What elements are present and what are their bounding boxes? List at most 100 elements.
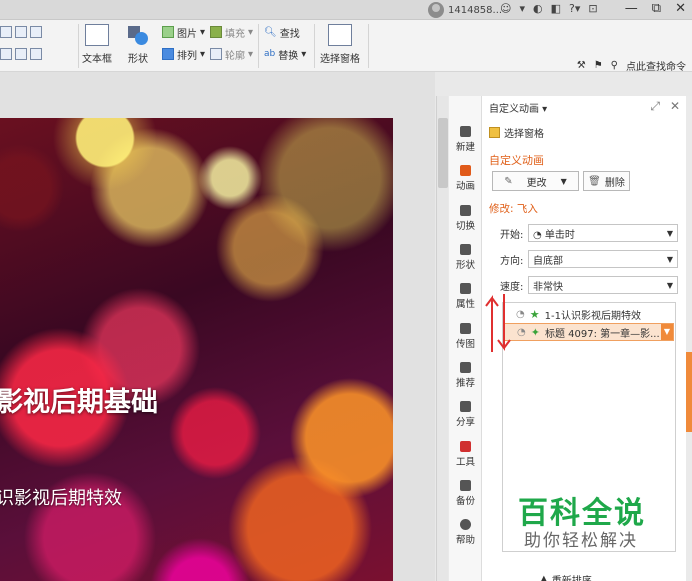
panel-header[interactable]: 自定义动画 ▾: [489, 100, 547, 115]
find-button[interactable]: 🔍︎ 查找: [264, 24, 306, 40]
chevron-down-icon: ▼: [666, 228, 673, 238]
divider: [314, 24, 315, 68]
close-panel-icon[interactable]: ✕: [670, 99, 680, 114]
sidebar-item-recommend[interactable]: 推荐: [449, 362, 482, 389]
tool-icon[interactable]: ⚒: [577, 60, 586, 71]
up-arrow-icon[interactable]: ▲: [540, 574, 548, 581]
sidebar-item-label: 备份: [455, 496, 475, 507]
direction-select[interactable]: 自底部 ▼: [528, 250, 678, 268]
reorder-label: 重新排序: [552, 572, 592, 581]
sidebar-item-label: 传图: [455, 339, 475, 350]
new-icon: [460, 126, 471, 137]
sidebar-item-label: 属性: [455, 299, 475, 310]
anim-item-text: 1-1认识影视后期特效: [544, 310, 641, 322]
sidebar-item-backup[interactable]: 备份: [449, 480, 482, 507]
select-pane-label: 选择窗格: [320, 54, 360, 65]
fill-button[interactable]: 填充 ▾: [210, 24, 253, 40]
select-pane-link[interactable]: 选择窗格: [489, 125, 544, 140]
panel-controls: ⤢ ✕: [650, 99, 680, 114]
slide-subtitle[interactable]: 识影视后期特效: [0, 484, 122, 510]
indent-icon[interactable]: [15, 48, 27, 60]
direction-value: 自底部: [533, 255, 563, 267]
scrollbar-thumb[interactable]: [438, 118, 448, 188]
undock-icon[interactable]: ⤢: [650, 99, 660, 114]
start-value: 单击时: [544, 229, 575, 241]
sidebar-item-tools[interactable]: 工具: [449, 441, 482, 468]
pin-icon[interactable]: ⊡: [588, 2, 597, 15]
list-item[interactable]: ◔ ✦ 标题 4097: 第一章—影... ▼: [504, 323, 674, 341]
sidebar-item-new[interactable]: 新建: [449, 126, 482, 153]
avatar: [428, 2, 444, 18]
arrange-button[interactable]: 排列 ▾: [162, 46, 205, 62]
picture-button[interactable]: 图片 ▾: [162, 24, 205, 40]
outline-button[interactable]: 轮廓 ▾: [210, 46, 253, 62]
user-account[interactable]: 1414858...: [428, 2, 502, 18]
fill-icon: [210, 26, 222, 38]
effect-icon: ✦: [530, 325, 540, 339]
select-pane-button[interactable]: 选择窗格: [320, 24, 360, 65]
sidebar-item-properties[interactable]: 属性: [449, 283, 482, 310]
list-item[interactable]: ◔ ★ 1-1认识影视后期特效: [504, 305, 674, 323]
side-collapse-tab[interactable]: [686, 352, 692, 432]
text-direction-icon[interactable]: [30, 26, 42, 38]
speed-value: 非常快: [533, 281, 563, 293]
speed-field: 速度: 非常快 ▼: [500, 276, 678, 294]
sidebar-item-animation[interactable]: 动画: [449, 165, 482, 192]
sidebar-item-label: 帮助: [455, 535, 475, 546]
start-select[interactable]: ◔ 单击时 ▼: [528, 224, 678, 242]
task-sidebar: 新建 动画 切换 形状 属性 传图 推荐 分享 工具 备份 帮助: [449, 96, 482, 581]
divider: [78, 24, 79, 68]
trash-icon: 🗑︎: [588, 175, 601, 187]
select-pane-text: 选择窗格: [504, 129, 544, 140]
divider: [258, 24, 259, 68]
start-label: 开始:: [500, 229, 524, 241]
picture-icon: [162, 26, 174, 38]
find-label: 查找: [279, 28, 300, 40]
list-icon[interactable]: [0, 26, 12, 38]
close-button[interactable]: ✕: [675, 1, 686, 16]
smile-icon[interactable]: ☺: [500, 2, 511, 15]
mouse-icon: ◔: [516, 308, 525, 320]
slide-title[interactable]: 影视后期基础: [0, 380, 158, 419]
restore-button[interactable]: ⧉: [652, 1, 661, 16]
slide-canvas[interactable]: 影视后期基础 识影视后期特效: [0, 72, 435, 581]
help-icon[interactable]: ?▾: [569, 2, 580, 15]
sidebar-item-help[interactable]: 帮助: [449, 519, 482, 546]
panel-scroll-strip: [686, 96, 692, 581]
vertical-scrollbar[interactable]: [436, 96, 448, 581]
replace-button[interactable]: ab 替换 ▾: [264, 46, 306, 62]
minimize-button[interactable]: —: [625, 1, 638, 16]
delete-button[interactable]: 🗑︎ 删除: [583, 171, 630, 191]
sidebar-item-shape[interactable]: 形状: [449, 244, 482, 271]
chevron-down-icon: ▼: [560, 176, 567, 186]
refresh-icon[interactable]: ◐: [533, 2, 543, 15]
watermark-subtitle: 助你轻松解决: [524, 531, 638, 551]
reorder-control[interactable]: ▲ 重新排序: [540, 572, 592, 581]
sidebar-item-label: 切换: [455, 221, 475, 232]
picture-label: 图片: [177, 28, 197, 40]
spacing-icon[interactable]: [30, 48, 42, 60]
sidebar-item-label: 形状: [455, 260, 475, 271]
chevron-down-icon: ▼: [666, 254, 673, 264]
sidebar-item-upload-image[interactable]: 传图: [449, 323, 482, 350]
replace-label: 替换: [278, 50, 299, 62]
align-icon[interactable]: [0, 48, 12, 60]
shape-button[interactable]: 形状: [126, 24, 150, 65]
arrange-label: 排列: [177, 50, 197, 62]
speed-select[interactable]: 非常快 ▼: [528, 276, 678, 294]
chevron-down-icon[interactable]: ▼: [661, 324, 673, 340]
command-search[interactable]: ⚒ ⚑ ⚲ 点此查找命令: [577, 58, 686, 73]
slide[interactable]: 影视后期基础 识影视后期特效: [0, 118, 393, 581]
share-icon: [460, 401, 471, 412]
change-button[interactable]: ✎ 更改 ▼: [492, 171, 579, 191]
skin-icon[interactable]: ◧: [551, 2, 561, 15]
sidebar-item-share[interactable]: 分享: [449, 401, 482, 428]
dropdown-icon[interactable]: ▾: [519, 2, 525, 15]
flag-icon[interactable]: ⚑: [594, 60, 603, 71]
textbox-button[interactable]: 文本框: [82, 24, 112, 65]
sidebar-item-transition[interactable]: 切换: [449, 205, 482, 232]
anim-item-text: 标题 4097: 第一章—影...: [544, 328, 660, 340]
replace-icon: ab: [264, 49, 276, 59]
shape-icon: [126, 24, 150, 46]
numbering-icon[interactable]: [15, 26, 27, 38]
